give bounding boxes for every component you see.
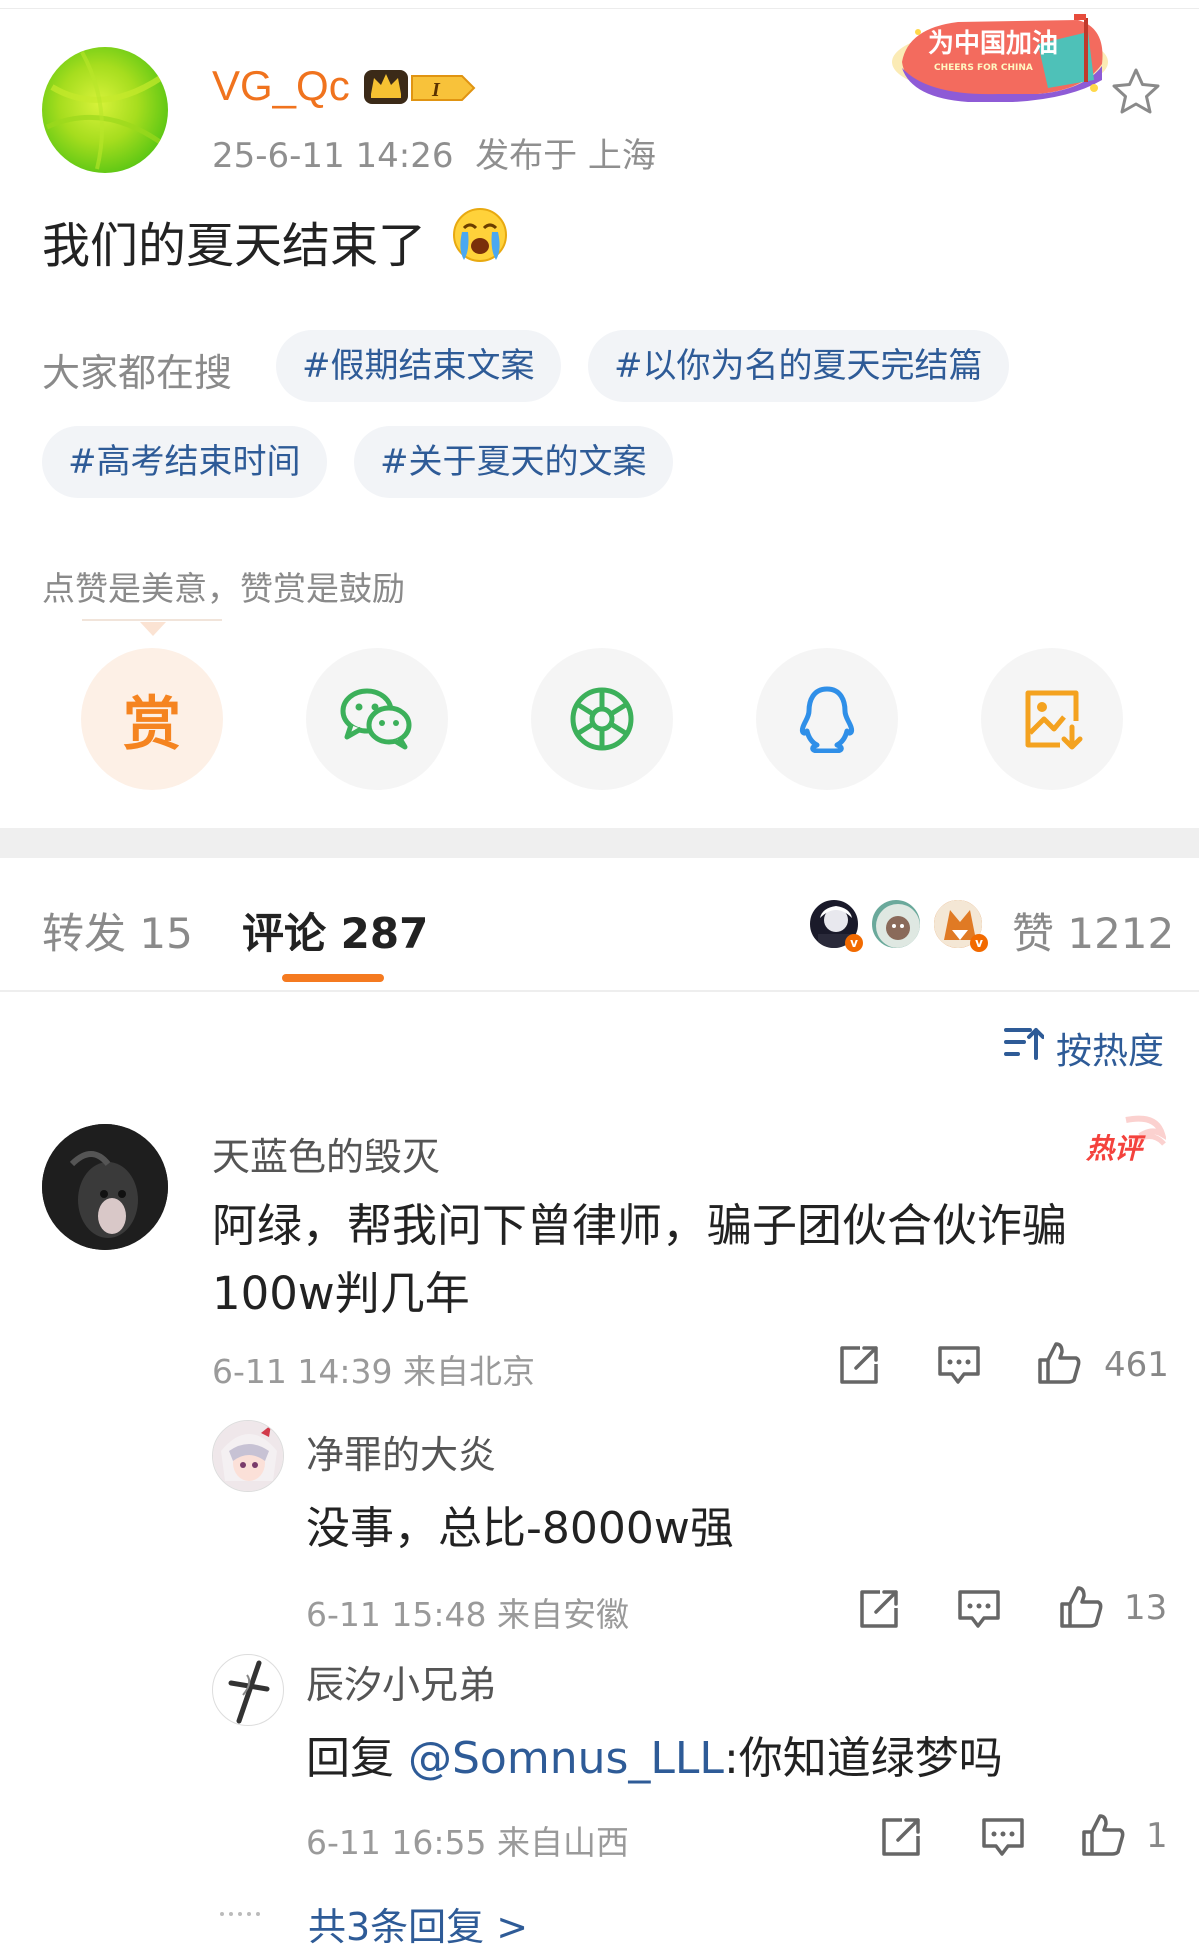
tab-comments[interactable]: 评论 287: [242, 900, 428, 961]
tab-divider: [0, 990, 1199, 992]
post-text: 我们的夏天结束了: [42, 218, 427, 274]
post-location: 发布于 上海: [475, 136, 656, 176]
vip-level-badge: I: [411, 75, 476, 101]
commenter-name[interactable]: 天蓝色的毁灭: [212, 1126, 440, 1181]
section-divider: [0, 828, 1199, 858]
reply-avatar[interactable]: [212, 1420, 284, 1492]
save-image-button[interactable]: [981, 648, 1123, 790]
reply-avatar[interactable]: [212, 1654, 284, 1726]
active-tab-indicator: [282, 974, 384, 982]
commenter-avatar[interactable]: [42, 1124, 168, 1250]
post-meta: 25-6-11 14:26 发布于 上海: [212, 128, 656, 177]
like-icon[interactable]: [1058, 1584, 1104, 1630]
verified-badge-icon: v: [970, 934, 988, 952]
save-image-icon: [1025, 690, 1083, 750]
tip-divider: [82, 619, 222, 621]
reply-prefix: 回复: [306, 1733, 408, 1784]
crown-icon: [364, 70, 408, 104]
reply-text: 回复 @Somnus_LLL:你知道绿梦吗: [306, 1722, 1003, 1786]
hot-search-tag[interactable]: #高考结束时间: [42, 426, 327, 498]
comment-icon[interactable]: [956, 1586, 1002, 1632]
like-icon[interactable]: [1080, 1812, 1126, 1858]
comment-text: 阿绿，帮我问下曾律师，骗子团伙合伙诈骗100w判几年: [212, 1199, 1068, 1320]
liker-avatar[interactable]: [870, 898, 922, 950]
sort-icon[interactable]: [1004, 1022, 1044, 1062]
top-divider: [0, 8, 1199, 9]
hot-search-tag[interactable]: #假期结束文案: [276, 330, 561, 402]
hot-search-tag[interactable]: #以你为名的夏天完结篇: [588, 330, 1009, 402]
tab-likes[interactable]: 赞 1212: [1012, 900, 1174, 961]
hot-comment-badge: 热评: [1086, 1115, 1166, 1165]
verified-badge-icon: v: [845, 934, 863, 952]
sort-by-hot-button[interactable]: 按热度: [1056, 1022, 1164, 1074]
reply-meta: 6-11 15:48 来自安徽: [306, 1595, 629, 1634]
comment-icon[interactable]: [980, 1814, 1026, 1860]
repost-icon[interactable]: [836, 1342, 882, 1388]
svg-text:I: I: [431, 79, 441, 101]
svg-text:CHEERS FOR CHINA: CHEERS FOR CHINA: [934, 63, 1033, 73]
reply-like-count: 1: [1146, 1816, 1168, 1856]
mention-link[interactable]: @Somnus_LLL: [408, 1733, 724, 1784]
qq-icon: [800, 686, 854, 753]
reward-tip: 点赞是美意，赞赏是鼓励: [42, 569, 405, 608]
reward-icon: 赏: [122, 690, 181, 758]
reward-button[interactable]: 赏: [81, 648, 223, 790]
tip-pointer: [140, 622, 166, 636]
share-qq-button[interactable]: [756, 648, 898, 790]
author-name[interactable]: VG_Qc: [212, 62, 350, 110]
crying-emoji-icon: [453, 208, 507, 262]
repost-icon[interactable]: [856, 1586, 902, 1632]
comment-icon[interactable]: [936, 1342, 982, 1388]
share-wechat-button[interactable]: [306, 648, 448, 790]
tab-repost[interactable]: 转发 15: [42, 900, 193, 961]
comment-like-count: 461: [1104, 1345, 1169, 1385]
ellipsis-icon: [220, 1912, 260, 1916]
reply-meta: 6-11 16:55 来自山西: [306, 1823, 629, 1862]
repost-icon[interactable]: [878, 1814, 924, 1860]
bottom-fade: [1000, 1900, 1199, 1953]
reply-text: 没事，总比-8000w强: [306, 1503, 734, 1554]
moments-icon: [570, 687, 634, 751]
reply-like-count: 13: [1124, 1588, 1168, 1628]
reply-body: :你知道绿梦吗: [723, 1733, 1003, 1784]
wechat-icon: [340, 688, 412, 750]
reply-author-name[interactable]: 净罪的大炎: [306, 1424, 496, 1479]
view-all-replies-link[interactable]: 共3条回复 >: [308, 1896, 528, 1951]
like-icon[interactable]: [1036, 1340, 1082, 1386]
post-timestamp: 25-6-11 14:26: [212, 136, 454, 176]
svg-text:热评: 热评: [1086, 1132, 1146, 1165]
comment-meta: 6-11 14:39 来自北京: [212, 1352, 535, 1391]
hot-search-tag[interactable]: #关于夏天的文案: [354, 426, 673, 498]
hot-search-label: 大家都在搜: [42, 351, 233, 395]
author-avatar[interactable]: [42, 47, 168, 173]
cheers-for-china-badge[interactable]: 为中国加油 CHEERS FOR CHINA: [888, 10, 1116, 102]
favorite-star-icon[interactable]: [1108, 64, 1164, 120]
share-moments-button[interactable]: [531, 648, 673, 790]
svg-text:为中国加油: 为中国加油: [928, 29, 1058, 59]
reply-author-name[interactable]: 辰汐小兄弟: [306, 1654, 496, 1709]
